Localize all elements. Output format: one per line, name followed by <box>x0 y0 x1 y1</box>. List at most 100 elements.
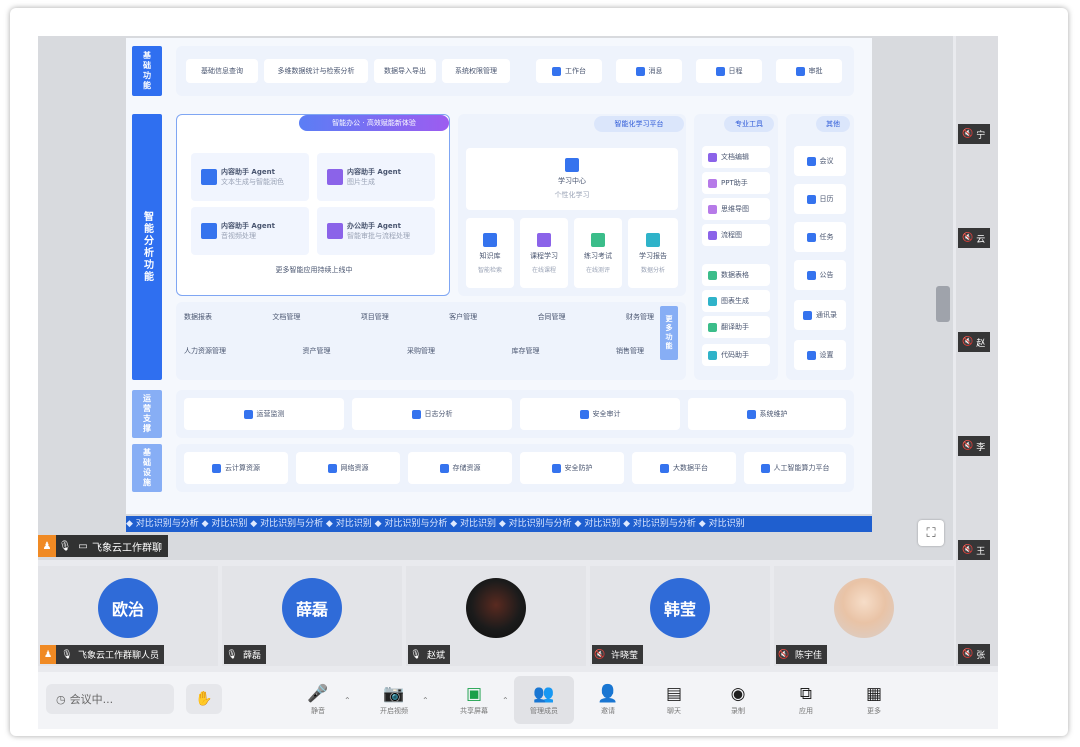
button-label: 管理成员 <box>530 706 558 715</box>
tool-item: PPT助手 <box>702 172 770 194</box>
grid-item: 人力资源管理 <box>184 347 226 355</box>
tool-item: 图表生成 <box>702 290 770 312</box>
infra-item: 云计算资源 <box>184 452 288 484</box>
invite-button[interactable]: 👤 邀请 <box>578 676 638 724</box>
strip-tag: 🔇 赵 <box>958 332 990 352</box>
participant-tile[interactable]: 🔇 陈宇佳 <box>774 566 954 666</box>
other-item: 任务 <box>794 222 846 252</box>
grid-side-label: 更多功能 <box>660 306 678 360</box>
shared-slide: 基础功能 基础信息查询 多维数据统计与检索分析 数据导入导出 系统权限管理 工作… <box>126 38 872 514</box>
learning-icon <box>565 158 579 172</box>
basic-item: 基础信息查询 <box>186 59 258 83</box>
message-icon <box>635 66 645 76</box>
mic-off-icon: 🔇 <box>962 337 974 347</box>
basic-item: 系统权限管理 <box>442 59 510 83</box>
learning-card-sub: 数据分析 <box>640 266 665 274</box>
monitor-icon <box>243 409 253 419</box>
basic-icon-label: 审批 <box>808 67 823 75</box>
other-item: 日历 <box>794 184 846 214</box>
log-icon <box>411 409 421 419</box>
other-item: 公告 <box>794 260 846 290</box>
participant-name-tag: 🔇 陈宇佳 <box>776 645 828 664</box>
more-button[interactable]: ▦ 更多 <box>844 676 904 724</box>
camera-off-icon: 📷 <box>383 683 405 704</box>
code-icon <box>708 350 717 360</box>
mic-off-icon: 🔇 <box>962 129 974 139</box>
learning-main-card: 学习中心 个性化学习 <box>466 148 678 210</box>
ppt-icon <box>708 178 717 188</box>
basic-icon-item: 审批 <box>776 59 842 83</box>
infra-label: 云计算资源 <box>225 464 260 472</box>
workbench-icon <box>552 66 561 76</box>
chevron-up-icon[interactable]: ⌃ <box>422 696 429 705</box>
learning-card: 课程学习 在线课程 <box>520 218 568 288</box>
participants-icon: 👥 <box>533 683 555 704</box>
chat-icon: ▤ <box>665 683 683 704</box>
mic-off-icon: 🔇 <box>962 545 974 555</box>
scroll-handle[interactable] <box>936 286 950 322</box>
button-label: 共享屏幕 <box>460 706 488 715</box>
audit-icon <box>579 409 589 419</box>
operation-label: 运营监测 <box>256 410 285 418</box>
infra-label: 大数据平台 <box>673 464 708 472</box>
exam-icon <box>591 232 605 247</box>
tool-item: 流程图 <box>702 224 770 246</box>
operation-label: 系统维护 <box>759 410 788 418</box>
ai-icon <box>760 463 770 473</box>
infra-item: 存储资源 <box>408 452 512 484</box>
learning-card-title: 学习报告 <box>639 251 667 260</box>
function-grid: 数据报表 文档管理 项目管理 客户管理 合同管理 财务管理 人力资源管理 资产管… <box>176 302 686 380</box>
storage-icon <box>439 463 449 473</box>
mic-off-icon: 🔇 <box>778 649 790 660</box>
strip-name: 张 <box>976 650 986 661</box>
basic-icon-item: 日程 <box>696 59 762 83</box>
learning-card-title: 练习考试 <box>584 251 612 260</box>
button-label: 应用 <box>799 706 813 715</box>
feature-title: 内容助手 Agent <box>221 168 275 176</box>
calendar-icon <box>715 66 725 76</box>
grid-item: 数据报表 <box>184 313 212 321</box>
chevron-up-icon[interactable]: ⌃ <box>502 696 509 705</box>
contacts-icon <box>803 310 812 320</box>
cloud-icon <box>212 463 221 473</box>
manage-participants-button[interactable]: 👥 管理成员 <box>514 676 574 724</box>
participant-tile[interactable]: 韩莹 🔇 许晓莹 <box>590 566 770 666</box>
participant-name-tag: ♟ 🎙 飞象云工作群聊人员 <box>40 645 165 664</box>
basic-item-label: 系统权限管理 <box>455 67 497 75</box>
participant-name: 许晓莹 <box>611 651 639 661</box>
participant-tile[interactable]: 🎙 赵斌 <box>406 566 586 666</box>
mic-icon: 🎙 <box>58 540 72 552</box>
operation-item: 系统维护 <box>688 398 846 430</box>
participant-tile[interactable]: 薛磊 🎙 薛磊 <box>222 566 402 666</box>
apps-button[interactable]: ⧉ 应用 <box>776 676 836 724</box>
basic-icon-label: 日程 <box>728 67 743 75</box>
presenter-name: 飞象云工作群聊 <box>92 542 162 554</box>
presenter-tag: ♟ 🎙 ▭ 飞象云工作群聊 <box>38 535 168 557</box>
learning-main-title: 学习中心 <box>558 177 586 185</box>
basic-item: 多维数据统计与检索分析 <box>264 59 368 83</box>
fullscreen-icon[interactable]: ⛶ <box>918 520 944 546</box>
meeting-status[interactable]: ◷ 会议中... <box>46 684 174 714</box>
chat-button[interactable]: ▤ 聊天 <box>644 676 704 724</box>
chevron-up-icon[interactable]: ⌃ <box>344 696 351 705</box>
share-screen-button[interactable]: ▣ 共享屏幕 <box>444 676 504 724</box>
video-button[interactable]: 📷 开启视频 <box>364 676 424 724</box>
hand-icon: ✋ <box>195 691 213 707</box>
infra-label: 人工智能算力平台 <box>773 464 830 472</box>
pip-button[interactable]: ✋ <box>186 684 222 714</box>
right-participant-strip[interactable]: 🔇 宁 🔇 云 🔇 赵 🔇 李 🔇 王 🔇 张 <box>956 36 998 666</box>
participant-name-tag: 🎙 赵斌 <box>408 645 451 664</box>
tool-item: 思维导图 <box>702 198 770 220</box>
participant-name-tag: 🔇 许晓莹 <box>592 645 644 664</box>
feature-icon <box>201 223 217 239</box>
others-pill: 其他 <box>816 116 850 132</box>
mute-button[interactable]: 🎤 静音 <box>288 676 348 724</box>
meeting-toolbar: ◷ 会议中... ✋ 🎤 静音 ⌃ 📷 开启视频 ⌃ ▣ 共享屏幕 ⌃ 👥 管理… <box>38 672 998 729</box>
learning-card-title: 知识库 <box>479 251 501 260</box>
task-icon <box>806 232 816 242</box>
avatar: 薛磊 <box>282 578 342 638</box>
participant-tile[interactable]: 欧治 ♟ 🎙 飞象云工作群聊人员 <box>38 566 218 666</box>
other-label: 通讯录 <box>816 311 837 319</box>
approval-icon <box>795 66 805 76</box>
record-button[interactable]: ◉ 录制 <box>708 676 768 724</box>
